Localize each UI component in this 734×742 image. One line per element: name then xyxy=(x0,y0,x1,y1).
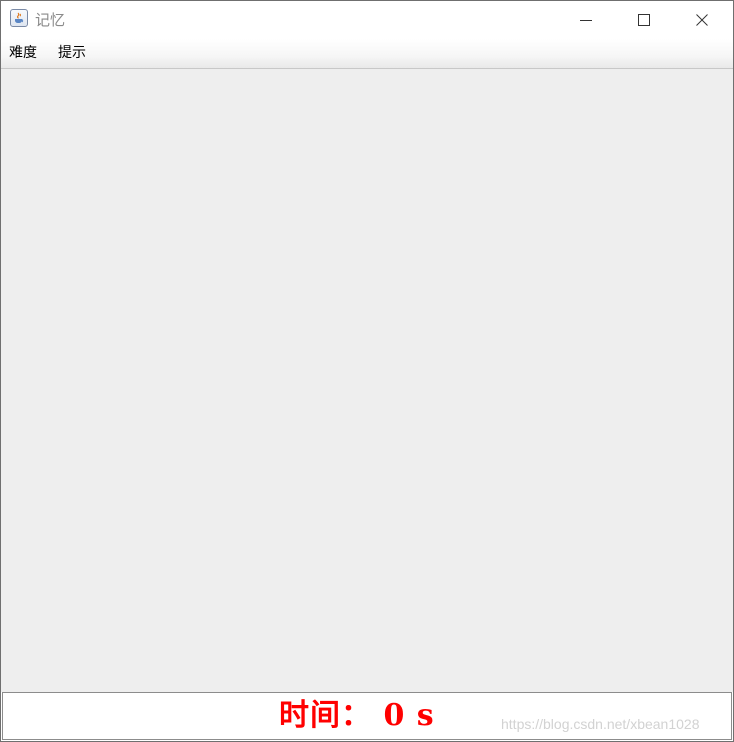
minimize-button[interactable] xyxy=(557,1,615,39)
maximize-button[interactable] xyxy=(615,1,673,39)
minimize-icon xyxy=(580,20,592,21)
menu-hint[interactable]: 提示 xyxy=(56,43,88,63)
app-window: 记忆 难度 提示 时间： 0 s https://blog.csdn.net/x… xyxy=(0,0,734,742)
title-bar[interactable]: 记忆 xyxy=(1,1,733,39)
menu-bar: 难度 提示 xyxy=(1,39,733,69)
game-board-area[interactable] xyxy=(1,69,733,692)
timer-label: 时间： 0 s xyxy=(279,698,435,733)
watermark-text: https://blog.csdn.net/xbean1028 xyxy=(501,716,700,732)
close-button[interactable] xyxy=(673,1,731,39)
menu-difficulty[interactable]: 难度 xyxy=(7,43,39,63)
close-icon xyxy=(696,14,708,26)
java-cup-icon[interactable] xyxy=(10,9,28,27)
maximize-icon xyxy=(638,14,650,26)
window-title: 记忆 xyxy=(35,11,66,29)
status-bar: 时间： 0 s https://blog.csdn.net/xbean1028 xyxy=(2,692,732,740)
